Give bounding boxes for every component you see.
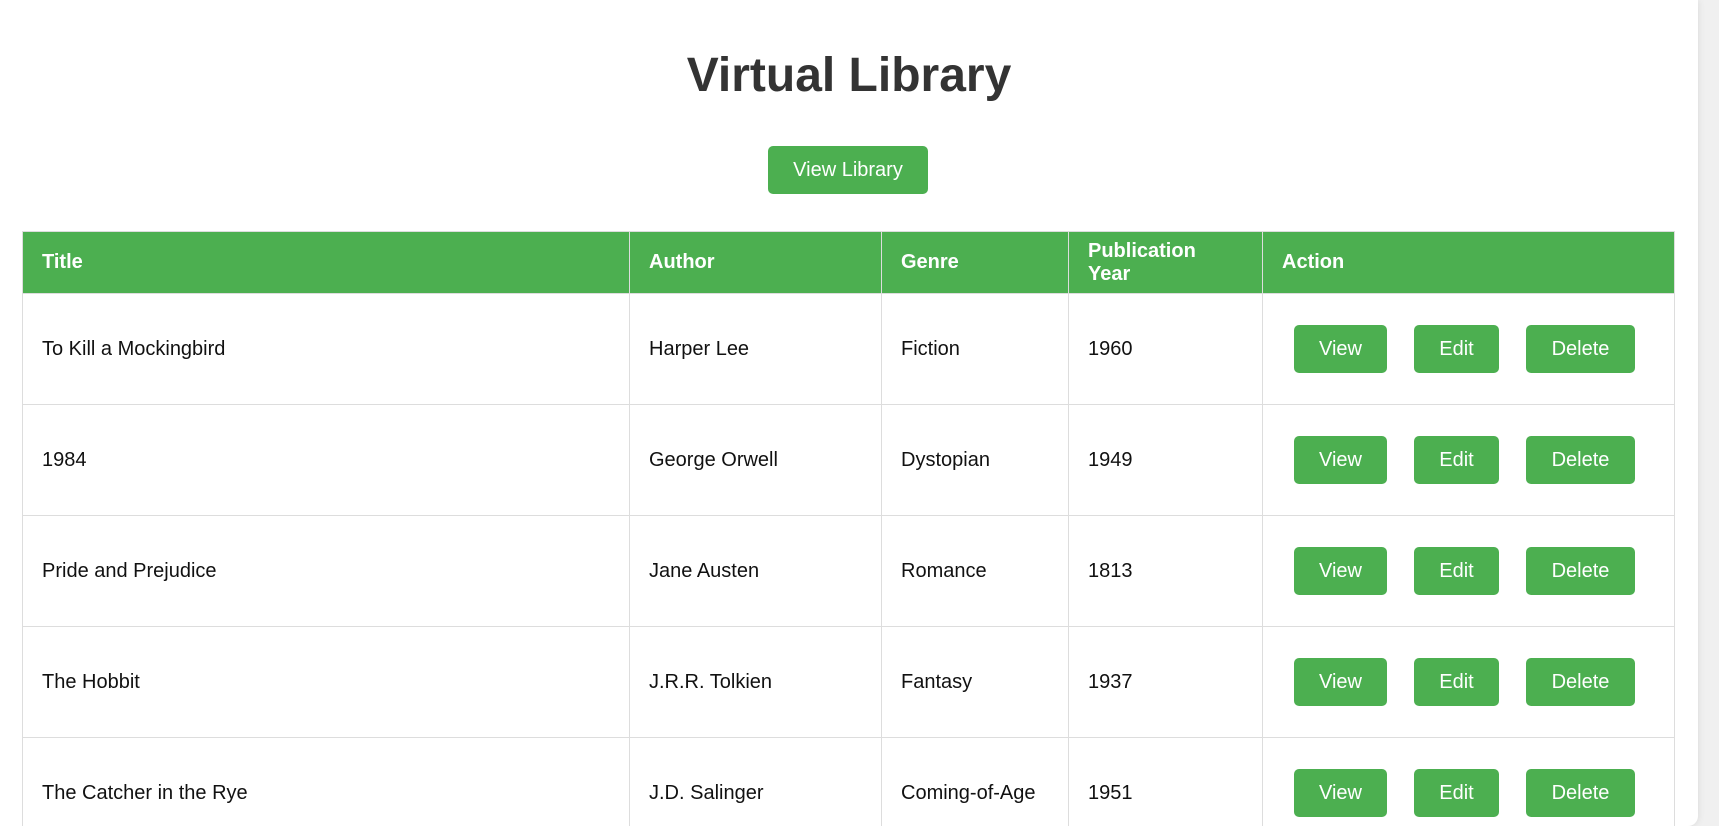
book-author: Harper Lee [629,293,882,405]
delete-book-button[interactable]: Delete [1526,325,1635,373]
column-header-genre: Genre [881,231,1069,294]
delete-book-button[interactable]: Delete [1526,436,1635,484]
book-actions: View Edit Delete [1262,293,1675,405]
book-actions: View Edit Delete [1262,626,1675,738]
book-genre: Romance [881,515,1069,627]
table-row: Pride and Prejudice Jane Austen Romance … [22,515,1675,627]
column-header-action: Action [1262,231,1675,294]
page-title: Virtual Library [686,49,1012,102]
book-actions: View Edit Delete [1262,737,1675,826]
view-book-button[interactable]: View [1294,436,1387,484]
book-year: 1813 [1068,515,1263,627]
delete-book-button[interactable]: Delete [1526,547,1635,595]
column-header-author: Author [629,231,882,294]
book-author: George Orwell [629,404,882,516]
edit-book-button[interactable]: Edit [1414,325,1499,373]
edit-book-button[interactable]: Edit [1414,547,1499,595]
delete-book-button[interactable]: Delete [1526,769,1635,817]
view-book-button[interactable]: View [1294,325,1387,373]
table-row: The Catcher in the Rye J.D. Salinger Com… [22,737,1675,826]
book-genre: Fiction [881,293,1069,405]
edit-book-button[interactable]: Edit [1414,436,1499,484]
book-title: The Catcher in the Rye [22,737,630,826]
book-title: 1984 [22,404,630,516]
book-title: To Kill a Mockingbird [22,293,630,405]
book-author: Jane Austen [629,515,882,627]
table-row: The Hobbit J.R.R. Tolkien Fantasy 1937 V… [22,626,1675,738]
book-author: J.R.R. Tolkien [629,626,882,738]
column-header-title: Title [22,231,630,294]
book-title: The Hobbit [22,626,630,738]
delete-book-button[interactable]: Delete [1526,658,1635,706]
table-header-row: Title Author Genre Publication Year Acti… [22,231,1675,294]
book-actions: View Edit Delete [1262,515,1675,627]
book-actions: View Edit Delete [1262,404,1675,516]
book-author: J.D. Salinger [629,737,882,826]
edit-book-button[interactable]: Edit [1414,769,1499,817]
table-row: To Kill a Mockingbird Harper Lee Fiction… [22,293,1675,405]
book-year: 1951 [1068,737,1263,826]
book-genre: Dystopian [881,404,1069,516]
book-genre: Coming-of-Age [881,737,1069,826]
books-table: Title Author Genre Publication Year Acti… [22,231,1675,826]
book-year: 1960 [1068,293,1263,405]
book-year: 1937 [1068,626,1263,738]
book-genre: Fantasy [881,626,1069,738]
view-book-button[interactable]: View [1294,658,1387,706]
view-book-button[interactable]: View [1294,547,1387,595]
table-row: 1984 George Orwell Dystopian 1949 View Ed… [22,404,1675,516]
column-header-publication-year: Publication Year [1068,231,1263,294]
edit-book-button[interactable]: Edit [1414,658,1499,706]
library-page: Virtual Library View Library Title Autho… [0,0,1698,826]
view-library-button[interactable]: View Library [768,146,928,194]
book-title: Pride and Prejudice [22,515,630,627]
view-book-button[interactable]: View [1294,769,1387,817]
book-year: 1949 [1068,404,1263,516]
